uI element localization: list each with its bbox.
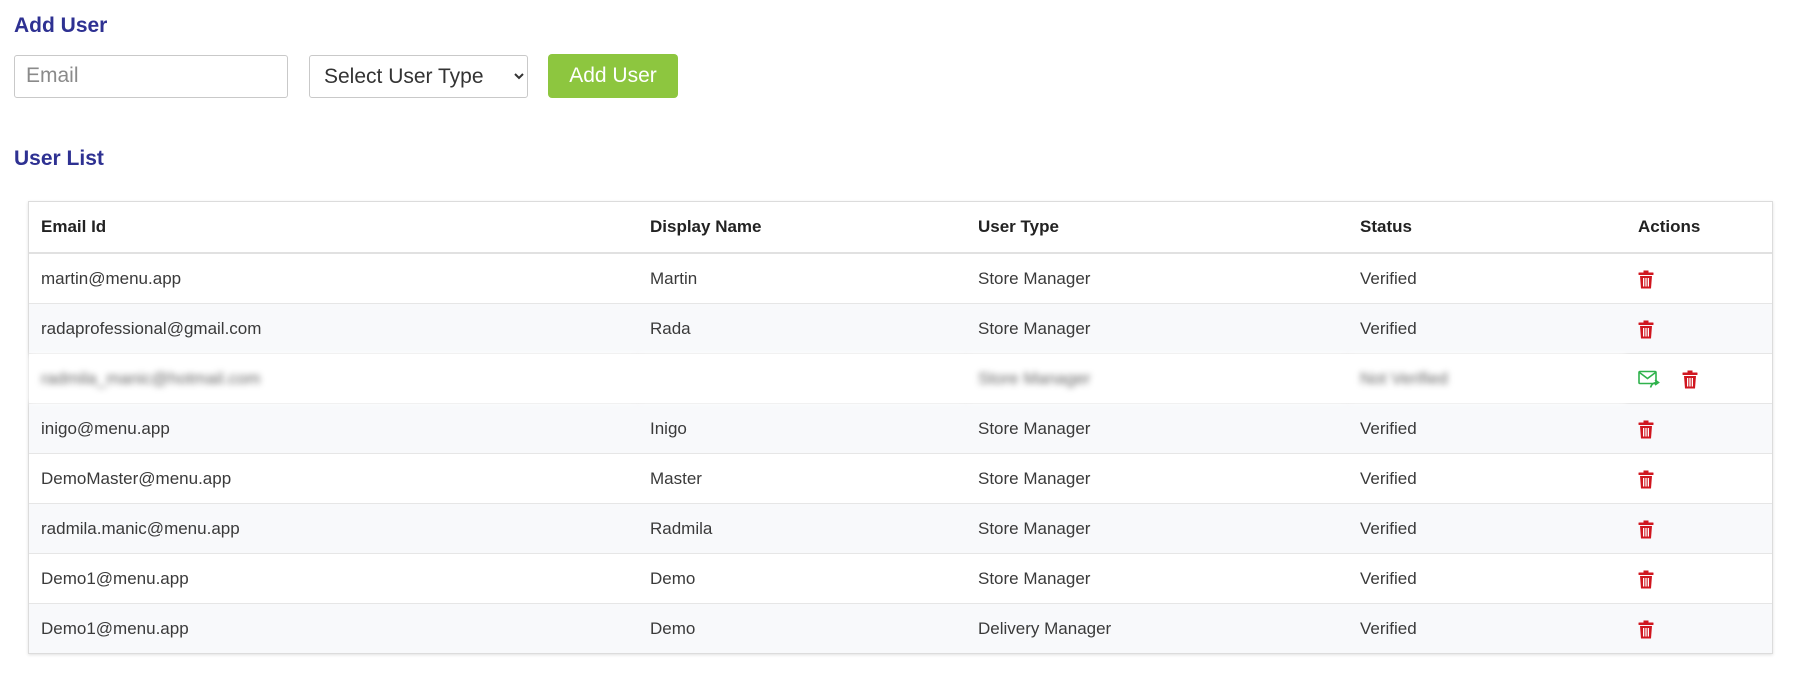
email-input[interactable] bbox=[14, 54, 288, 98]
cell-actions bbox=[1626, 253, 1772, 304]
table-row: Demo1@menu.app Demo Delivery Manager Verifi… bbox=[29, 603, 1772, 653]
cell-user-type: Store Manager bbox=[966, 303, 1348, 354]
add-user-page: Add User Select User Type Add User User … bbox=[0, 0, 1797, 683]
cell-email: radmila_manic@hotmail.com bbox=[29, 353, 638, 404]
cell-display-name: Radmila bbox=[638, 503, 966, 554]
table-header-row: Email Id Display Name User Type Status A… bbox=[29, 202, 1772, 254]
cell-actions bbox=[1626, 453, 1772, 504]
cell-actions bbox=[1626, 353, 1772, 404]
cell-user-type: Store Manager bbox=[966, 453, 1348, 504]
cell-status: Verified bbox=[1348, 453, 1626, 504]
cell-display-name: Demo bbox=[638, 603, 966, 653]
cell-user-type: Store Manager bbox=[966, 553, 1348, 604]
trash-icon[interactable] bbox=[1638, 470, 1654, 489]
cell-display-name: Master bbox=[638, 453, 966, 504]
cell-actions bbox=[1626, 303, 1772, 354]
column-header-status: Status bbox=[1348, 202, 1626, 254]
trash-icon[interactable] bbox=[1638, 320, 1654, 339]
cell-actions bbox=[1626, 553, 1772, 604]
trash-icon[interactable] bbox=[1638, 420, 1654, 439]
cell-user-type: Store Manager bbox=[966, 353, 1348, 404]
cell-status: Verified bbox=[1348, 503, 1626, 554]
cell-status: Verified bbox=[1348, 403, 1626, 454]
cell-email: radmila.manic@menu.app bbox=[29, 503, 638, 554]
cell-email: martin@menu.app bbox=[29, 253, 638, 304]
cell-status: Not Verified bbox=[1348, 353, 1626, 404]
cell-user-type: Store Manager bbox=[966, 403, 1348, 454]
column-header-user-type: User Type bbox=[966, 202, 1348, 254]
cell-status: Verified bbox=[1348, 603, 1626, 653]
add-user-button[interactable]: Add User bbox=[548, 54, 678, 98]
cell-email: inigo@menu.app bbox=[29, 403, 638, 454]
cell-status: Verified bbox=[1348, 253, 1626, 304]
user-list-title: User List bbox=[14, 147, 104, 170]
user-table: Email Id Display Name User Type Status A… bbox=[29, 202, 1772, 653]
table-row: radaprofessional@gmail.com Rada Store Mana… bbox=[29, 303, 1772, 354]
table-row: DemoMaster@menu.app Master Store Manager Ve… bbox=[29, 453, 1772, 504]
cell-user-type: Store Manager bbox=[966, 503, 1348, 554]
user-table-body: martin@menu.app Martin Store Manager Verifi… bbox=[29, 253, 1772, 653]
trash-icon[interactable] bbox=[1682, 370, 1698, 389]
cell-display-name: Demo bbox=[638, 553, 966, 604]
trash-icon[interactable] bbox=[1638, 620, 1654, 639]
column-header-actions: Actions bbox=[1626, 202, 1772, 254]
add-user-form: Select User Type Add User bbox=[14, 54, 678, 98]
cell-actions bbox=[1626, 603, 1772, 653]
table-row: radmila.manic@menu.app Radmila Store Manag… bbox=[29, 503, 1772, 554]
table-row: martin@menu.app Martin Store Manager Verifi… bbox=[29, 253, 1772, 304]
cell-actions bbox=[1626, 403, 1772, 454]
table-row: inigo@menu.app Inigo Store Manager Verified bbox=[29, 403, 1772, 454]
cell-email: Demo1@menu.app bbox=[29, 553, 638, 604]
trash-icon[interactable] bbox=[1638, 520, 1654, 539]
column-header-email: Email Id bbox=[29, 202, 638, 254]
cell-email: radaprofessional@gmail.com bbox=[29, 303, 638, 354]
cell-display-name bbox=[638, 353, 966, 404]
cell-email: Demo1@menu.app bbox=[29, 603, 638, 653]
cell-display-name: Rada bbox=[638, 303, 966, 354]
cell-user-type: Delivery Manager bbox=[966, 603, 1348, 653]
trash-icon[interactable] bbox=[1638, 270, 1654, 289]
cell-user-type: Store Manager bbox=[966, 253, 1348, 304]
cell-status: Verified bbox=[1348, 303, 1626, 354]
trash-icon[interactable] bbox=[1638, 570, 1654, 589]
cell-display-name: Inigo bbox=[638, 403, 966, 454]
table-row: Demo1@menu.app Demo Store Manager Verified bbox=[29, 553, 1772, 604]
cell-actions bbox=[1626, 503, 1772, 554]
column-header-display-name: Display Name bbox=[638, 202, 966, 254]
cell-display-name: Martin bbox=[638, 253, 966, 304]
resend-mail-icon[interactable] bbox=[1638, 370, 1660, 389]
user-table-container: Email Id Display Name User Type Status A… bbox=[28, 201, 1773, 654]
table-row: radmila_manic@hotmail.com Store Manager No… bbox=[29, 353, 1772, 404]
cell-status: Verified bbox=[1348, 553, 1626, 604]
add-user-title: Add User bbox=[14, 14, 108, 37]
cell-email: DemoMaster@menu.app bbox=[29, 453, 638, 504]
user-type-select[interactable]: Select User Type bbox=[309, 54, 528, 98]
